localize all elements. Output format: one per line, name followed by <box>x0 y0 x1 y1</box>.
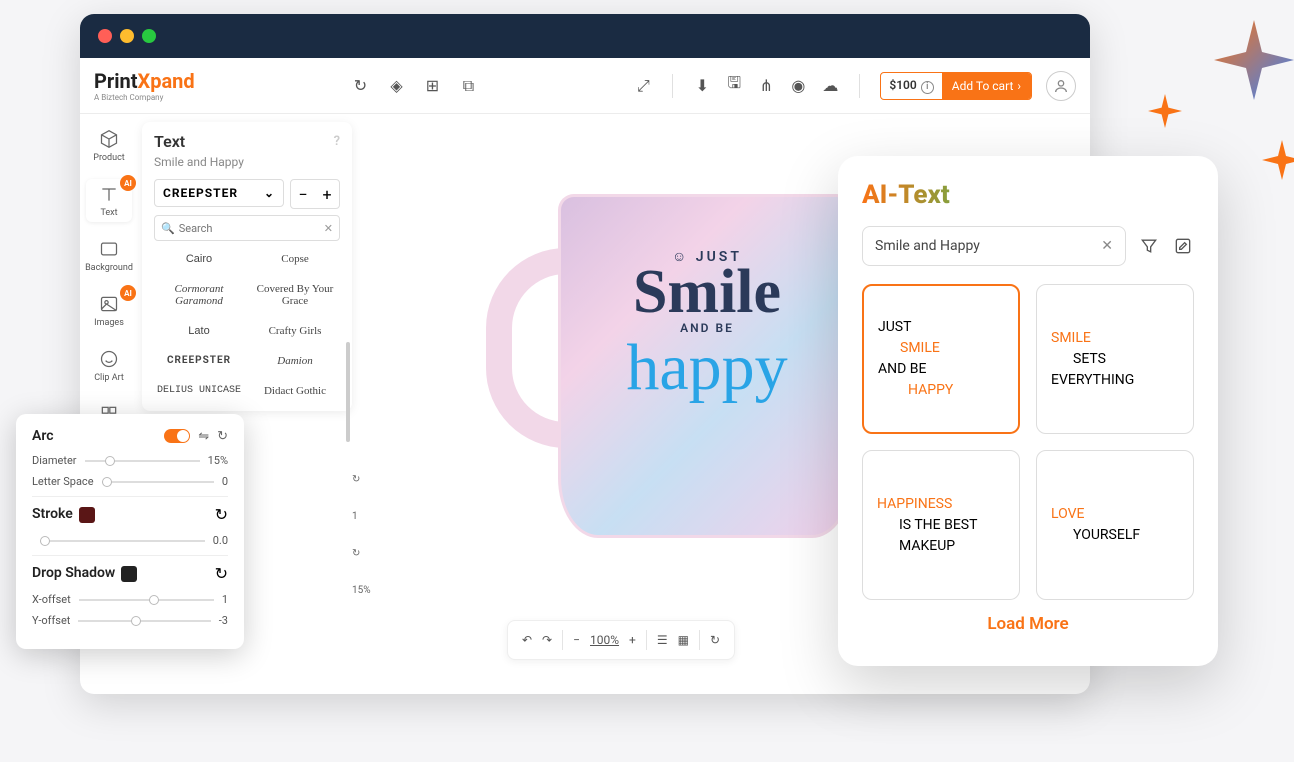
smile-icon <box>98 348 120 370</box>
arc-title: Arc <box>32 428 54 444</box>
download-icon[interactable]: ⬇ <box>693 77 711 95</box>
effects-panel: Arc ⇋ ↻ Diameter 15% Letter Space 0 Stro… <box>16 414 244 649</box>
ai-suggestion-card[interactable]: JUST SMILE AND BE HAPPY <box>862 284 1020 434</box>
grid-icon[interactable]: ▦ <box>678 633 689 647</box>
toolbar-center-group: ↻ ◈ ⊞ ⧉ <box>351 77 477 95</box>
info-icon[interactable]: i <box>921 81 934 94</box>
ai-badge-icon: AI <box>120 175 136 191</box>
cube-icon <box>98 128 120 150</box>
zoom-out-button[interactable]: − <box>573 633 580 647</box>
undo-icon[interactable]: ↶ <box>522 633 532 647</box>
nav-clipart[interactable]: Clip Art <box>86 344 132 387</box>
brand-logo: PrintXpand A Biztech Company <box>94 69 195 102</box>
mug-text-line: Smile <box>582 265 832 321</box>
y-offset-slider[interactable] <box>78 620 210 622</box>
clear-icon[interactable]: ✕ <box>1101 238 1113 254</box>
shadow-title: Drop Shadow <box>32 565 137 581</box>
share-icon[interactable]: ⋔ <box>757 77 775 95</box>
reset-view-icon[interactable]: ↻ <box>710 633 720 647</box>
nav-product[interactable]: Product <box>86 124 132 167</box>
window-titlebar <box>80 14 1090 58</box>
refresh-icon[interactable]: ↻ <box>351 77 369 95</box>
ai-suggestion-card[interactable]: HAPPINESS IS THE BEST MAKEUP <box>862 450 1020 600</box>
reset-icon[interactable]: ↻ <box>215 505 228 524</box>
text-icon <box>98 183 120 205</box>
diameter-value: 15% <box>208 454 228 467</box>
ai-suggestion-card[interactable]: LOVE YOURSELF <box>1036 450 1194 600</box>
letter-space-value: 0 <box>222 475 228 488</box>
diameter-slider[interactable] <box>85 460 200 462</box>
nav-images[interactable]: AI Images <box>86 289 132 332</box>
align-icon[interactable]: ☰ <box>657 633 668 647</box>
price-amount: $100i <box>881 78 941 94</box>
letter-space-slider[interactable] <box>102 481 214 483</box>
stroke-value: 0.0 <box>213 534 228 547</box>
x-offset-value: 1 <box>222 593 228 606</box>
image-icon <box>98 293 120 315</box>
filter-icon[interactable] <box>1138 235 1160 257</box>
side-nav: Product AI Text Background AI Images Cli… <box>80 114 138 442</box>
price-badge: $100i Add To cart› <box>880 72 1032 100</box>
save-icon[interactable]: 🖫 <box>725 77 743 95</box>
expand-icon[interactable]: ⤢ <box>634 77 652 95</box>
nav-text[interactable]: AI Text <box>86 179 132 222</box>
x-offset-slider[interactable] <box>79 599 214 601</box>
canvas-toolbar: ↶ ↷ − 100% + ☰ ▦ ↻ <box>507 620 735 660</box>
top-toolbar: PrintXpand A Biztech Company ↻ ◈ ⊞ ⧉ ⤢ ⬇… <box>80 58 1090 114</box>
user-avatar[interactable] <box>1046 71 1076 101</box>
ai-search-field[interactable]: Smile and Happy ✕ <box>862 226 1126 266</box>
stroke-slider[interactable] <box>40 540 205 542</box>
reset-icon[interactable]: ↻ <box>217 429 228 444</box>
nav-background[interactable]: Background <box>86 234 132 277</box>
shadow-color-swatch[interactable] <box>121 566 137 582</box>
chevron-right-icon: › <box>1017 79 1021 93</box>
load-more-button[interactable]: Load More <box>862 614 1194 634</box>
mug-text-line: happy <box>582 335 832 401</box>
print-icon[interactable]: ☁ <box>821 77 839 95</box>
maximize-window-icon[interactable] <box>142 29 156 43</box>
stroke-color-swatch[interactable] <box>79 507 95 523</box>
arc-toggle[interactable] <box>164 429 190 443</box>
minimize-window-icon[interactable] <box>120 29 134 43</box>
reset-icon[interactable]: ↻ <box>215 564 228 583</box>
zoom-level: 100% <box>590 633 619 647</box>
add-to-cart-button[interactable]: Add To cart› <box>942 73 1031 99</box>
layers-icon[interactable]: ◈ <box>387 77 405 95</box>
stroke-title: Stroke <box>32 506 95 522</box>
background-icon <box>98 238 120 260</box>
letter-space-label: Letter Space <box>32 475 94 488</box>
redo-icon[interactable]: ↷ <box>542 633 552 647</box>
duplicate-icon[interactable]: ⧉ <box>459 77 477 95</box>
ai-suggestion-card[interactable]: SMILE SETS EVERYTHING <box>1036 284 1194 434</box>
toolbar-right-group: ⤢ ⬇ 🖫 ⋔ ◉ ☁ $100i Add To cart› <box>634 71 1076 101</box>
close-window-icon[interactable] <box>98 29 112 43</box>
y-offset-value: -3 <box>219 614 228 627</box>
ai-panel-title: AI-Text <box>862 180 1194 210</box>
ai-search-value: Smile and Happy <box>875 238 980 254</box>
product-preview: ☺ JUST Smile AND BE happy <box>472 188 862 568</box>
diameter-label: Diameter <box>32 454 77 467</box>
preview-icon[interactable]: ◉ <box>789 77 807 95</box>
zoom-in-button[interactable]: + <box>629 633 636 647</box>
x-offset-label: X-offset <box>32 593 71 606</box>
add-image-icon[interactable]: ⊞ <box>423 77 441 95</box>
y-offset-label: Y-offset <box>32 614 70 627</box>
flip-h-icon[interactable]: ⇋ <box>198 429 209 444</box>
ai-text-panel: AI-Text Smile and Happy ✕ JUST SMILE AND… <box>838 156 1218 666</box>
edit-icon[interactable] <box>1172 235 1194 257</box>
ai-badge-icon: AI <box>120 285 136 301</box>
